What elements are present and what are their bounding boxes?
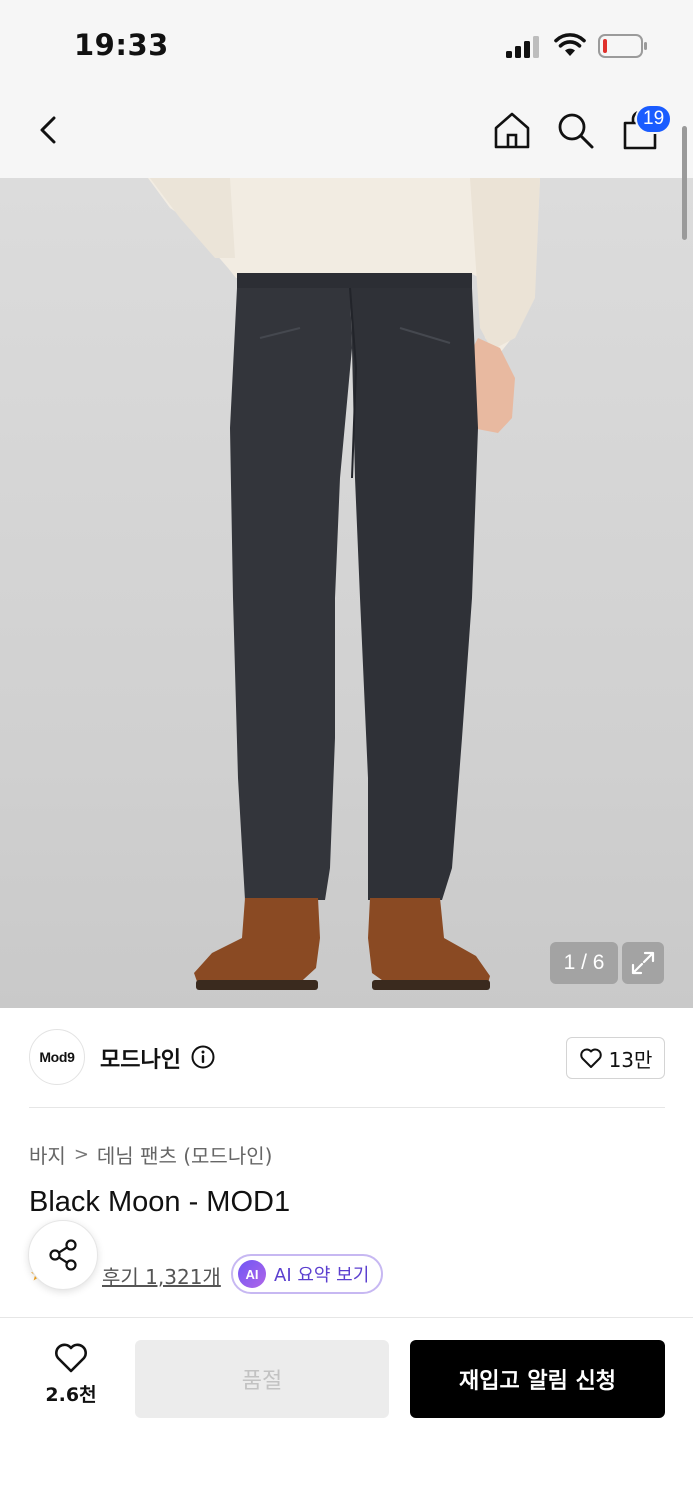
brand-like-button[interactable]: 13만: [566, 1037, 665, 1079]
bottom-bar-divider: [0, 1317, 693, 1318]
info-icon[interactable]: [191, 1045, 215, 1069]
status-bar: 19:33: [0, 0, 693, 90]
expand-image-button[interactable]: [622, 942, 664, 984]
home-icon[interactable]: [490, 108, 534, 152]
breadcrumb-category[interactable]: 바지: [29, 1140, 66, 1169]
cart-count-badge: 19: [635, 104, 673, 134]
status-time: 19:33: [74, 28, 169, 62]
breadcrumb-subcategory[interactable]: 데님 팬츠 (모드나인): [97, 1140, 273, 1169]
divider: [29, 1107, 665, 1108]
brand-like-count: 13만: [608, 1047, 653, 1072]
chevron-right-icon: >: [73, 1144, 89, 1165]
expand-icon: [631, 951, 655, 975]
restock-alert-button[interactable]: 재입고 알림 신청: [410, 1340, 665, 1418]
wishlist-button[interactable]: 2.6천: [34, 1342, 108, 1416]
cellular-signal-icon: [506, 36, 539, 58]
review-link[interactable]: 후기 1,321개: [102, 1261, 221, 1290]
wifi-icon: [554, 33, 586, 56]
heart-icon: [579, 1048, 602, 1068]
brand-name[interactable]: 모드나인: [100, 1042, 181, 1074]
ai-summary-label: AI 요약 보기: [274, 1265, 370, 1286]
breadcrumb: 바지 > 데님 팬츠 (모드나인): [29, 1140, 272, 1169]
product-title: Black Moon - MOD1: [29, 1186, 291, 1218]
scrollbar[interactable]: [682, 126, 687, 240]
sold-out-button: 품절: [135, 1340, 389, 1418]
ai-badge-icon: AI: [238, 1260, 266, 1288]
battery-icon: [598, 34, 647, 58]
heart-icon: [55, 1343, 87, 1373]
wishlist-count: 2.6천: [45, 1384, 97, 1406]
ai-summary-button[interactable]: AI AI 요약 보기: [231, 1254, 384, 1294]
product-photo-jeans: [148, 178, 540, 990]
share-icon: [49, 1239, 77, 1271]
navigation-bar: 19: [0, 90, 693, 178]
brand-logo[interactable]: Mod9: [29, 1029, 85, 1085]
product-image[interactable]: [0, 178, 693, 1008]
share-button[interactable]: [28, 1220, 98, 1290]
back-icon[interactable]: [28, 108, 72, 152]
image-page-counter: 1 / 6: [550, 942, 618, 984]
search-icon[interactable]: [553, 108, 597, 152]
